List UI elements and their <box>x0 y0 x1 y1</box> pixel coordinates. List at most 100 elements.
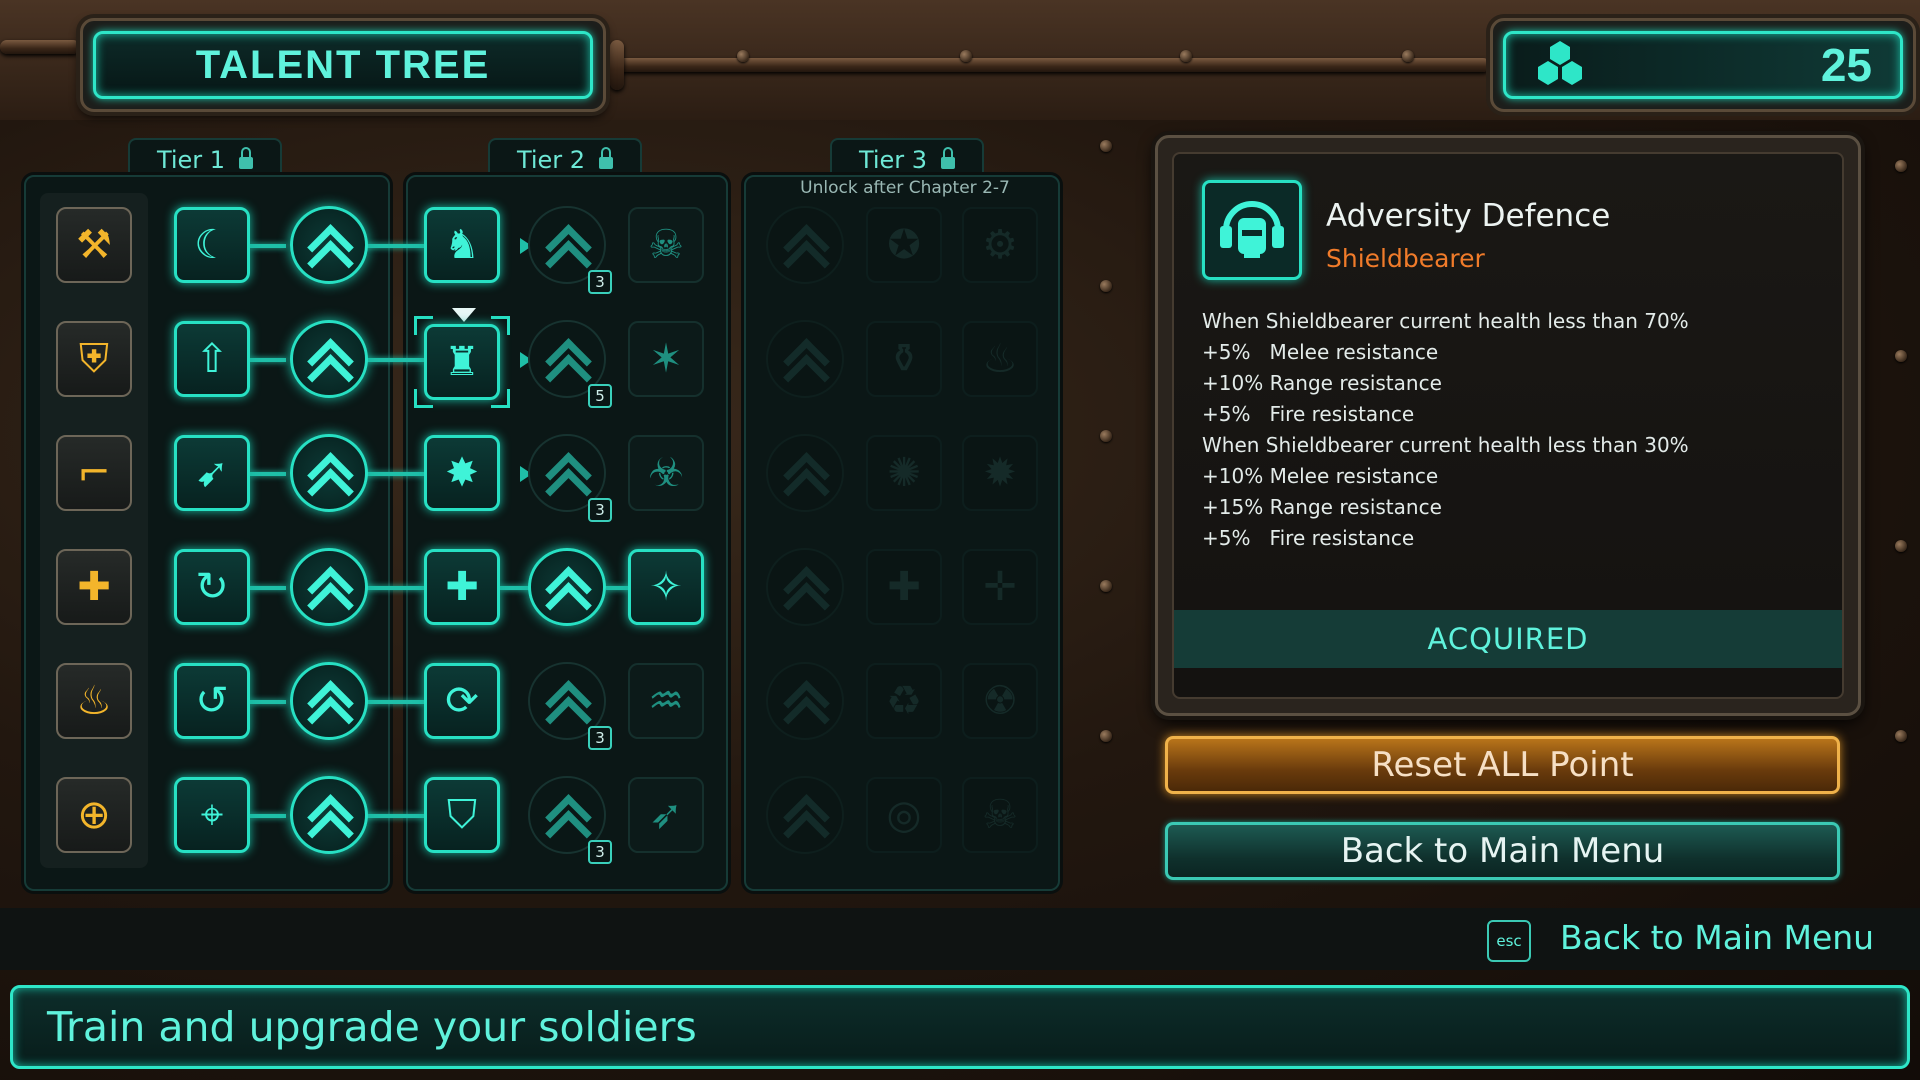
talent-node[interactable]: ➹ <box>174 435 250 511</box>
upgrade-node[interactable] <box>290 776 368 854</box>
lock-icon <box>941 147 956 169</box>
tab-tier-3[interactable]: Tier 3 <box>830 138 984 180</box>
category-gun-icon[interactable]: ⌐ <box>56 435 132 511</box>
category-fire-icon[interactable]: ♨ <box>56 663 132 739</box>
talent-node[interactable]: ⟳ <box>424 663 500 739</box>
upgrade-node[interactable] <box>766 206 844 284</box>
bolt <box>1100 730 1112 742</box>
talent-node[interactable]: ✛ <box>962 549 1038 625</box>
rocket-icon: ➶ <box>649 792 683 838</box>
talent-node[interactable]: ⇧ <box>174 321 250 397</box>
crosshair-icon: ⊕ <box>77 792 111 838</box>
hexagon-cluster-icon <box>1534 37 1586 93</box>
rank-badge: 5 <box>588 384 612 408</box>
talent-node[interactable]: ✧ <box>628 549 704 625</box>
talent-node[interactable]: ✹ <box>962 435 1038 511</box>
monster-icon: ☣ <box>648 450 684 496</box>
talent-node[interactable]: ⚙ <box>962 207 1038 283</box>
chevron-up-icon <box>307 795 351 835</box>
talent-node[interactable]: ⛉ <box>424 777 500 853</box>
gear-icon: ⚙ <box>982 222 1018 268</box>
skull-ghost-icon: ☠ <box>982 792 1018 838</box>
talent-node[interactable]: ⚱ <box>866 321 942 397</box>
talent-node[interactable]: ↺ <box>174 663 250 739</box>
upgrade-node[interactable] <box>766 776 844 854</box>
talent-node[interactable]: ☾ <box>174 207 250 283</box>
upgrade-node[interactable] <box>290 548 368 626</box>
esc-key-icon[interactable]: esc <box>1487 920 1531 962</box>
chevron-up-icon <box>545 681 589 721</box>
category-axe-icon[interactable]: ⚒ <box>56 207 132 283</box>
category-target-icon[interactable]: ⊕ <box>56 777 132 853</box>
bandage-ghost-icon: ✛ <box>983 564 1017 610</box>
bolt <box>1895 540 1907 552</box>
pipe <box>610 40 624 90</box>
upgrade-node[interactable] <box>766 434 844 512</box>
lock-icon <box>599 147 614 169</box>
connector <box>250 472 286 476</box>
talent-node[interactable]: ☢ <box>962 663 1038 739</box>
bolt <box>1895 350 1907 362</box>
talent-detail-inner: Adversity Defence Shieldbearer When Shie… <box>1172 152 1844 699</box>
burning-armor-icon: ♨ <box>982 336 1018 382</box>
chevron-up-icon <box>783 453 827 493</box>
talent-node[interactable]: ♨ <box>962 321 1038 397</box>
esc-hint-label[interactable]: Back to Main Menu <box>1560 918 1874 957</box>
upgrade-node[interactable] <box>290 662 368 740</box>
description-line: +10% Range resistance <box>1202 371 1442 395</box>
gun-icon: ⌐ <box>77 450 111 496</box>
strike-icon: ✪ <box>887 222 921 268</box>
talent-node[interactable]: ✶ <box>628 321 704 397</box>
talent-node[interactable]: ✚ <box>424 549 500 625</box>
reset-all-points-button[interactable]: Reset ALL Point <box>1165 736 1840 794</box>
upgrade-node[interactable] <box>528 548 606 626</box>
talent-node[interactable]: ♻ <box>866 663 942 739</box>
upgrade-node[interactable] <box>290 320 368 398</box>
talent-node[interactable]: ⌖ <box>174 777 250 853</box>
back-to-main-menu-button[interactable]: Back to Main Menu <box>1165 822 1840 880</box>
pipe <box>0 40 80 54</box>
talent-node[interactable]: ✚ <box>866 549 942 625</box>
tier-label: Tier 1 <box>156 146 226 174</box>
connector <box>250 358 286 362</box>
upgrade-node[interactable] <box>766 662 844 740</box>
talent-node-adversity-defence[interactable]: ♜ <box>424 324 500 400</box>
talent-node[interactable]: ☠ <box>962 777 1038 853</box>
talent-node[interactable]: ✸ <box>424 435 500 511</box>
talent-node[interactable]: ◎ <box>866 777 942 853</box>
tier-3-unlock-note: Unlock after Chapter 2-7 <box>800 178 1010 198</box>
category-medkit-icon[interactable]: ✚ <box>56 549 132 625</box>
talent-node[interactable]: ♞ <box>424 207 500 283</box>
shield-up-icon: ⇧ <box>195 336 229 382</box>
upgrade-node[interactable] <box>290 434 368 512</box>
talent-detail-panel: Adversity Defence Shieldbearer When Shie… <box>1155 135 1861 716</box>
talent-class: Shieldbearer <box>1326 244 1485 273</box>
talent-node[interactable]: ➶ <box>628 777 704 853</box>
talent-node[interactable]: ☣ <box>628 435 704 511</box>
bolt <box>960 50 972 62</box>
axe-icon: ⚒ <box>76 222 112 268</box>
talent-node[interactable]: ✪ <box>866 207 942 283</box>
eye-target-icon: ◎ <box>886 792 922 838</box>
talent-node[interactable]: ☠ <box>628 207 704 283</box>
upgrade-node[interactable] <box>766 320 844 398</box>
tab-tier-2[interactable]: Tier 2 <box>488 138 642 180</box>
description-line: +5% Fire resistance <box>1202 526 1415 550</box>
category-armor-icon[interactable]: ⛨ <box>56 321 132 397</box>
chevron-up-icon <box>545 339 589 379</box>
recycle-icon: ♻ <box>886 678 922 724</box>
upgrade-node[interactable] <box>290 206 368 284</box>
tab-tier-1[interactable]: Tier 1 <box>128 138 282 180</box>
healing-drop-icon: ✧ <box>649 564 683 610</box>
talent-node[interactable]: ♒ <box>628 663 704 739</box>
upgrade-node[interactable] <box>766 548 844 626</box>
talent-node[interactable]: ✺ <box>866 435 942 511</box>
connector <box>364 700 424 704</box>
chevron-up-icon <box>783 567 827 607</box>
heal-cycle-icon: ↻ <box>195 564 229 610</box>
connector <box>364 244 424 248</box>
chevron-up-icon <box>783 681 827 721</box>
fire-bomb-icon: ☢ <box>982 678 1018 724</box>
chevron-up-icon <box>783 225 827 265</box>
talent-node[interactable]: ↻ <box>174 549 250 625</box>
